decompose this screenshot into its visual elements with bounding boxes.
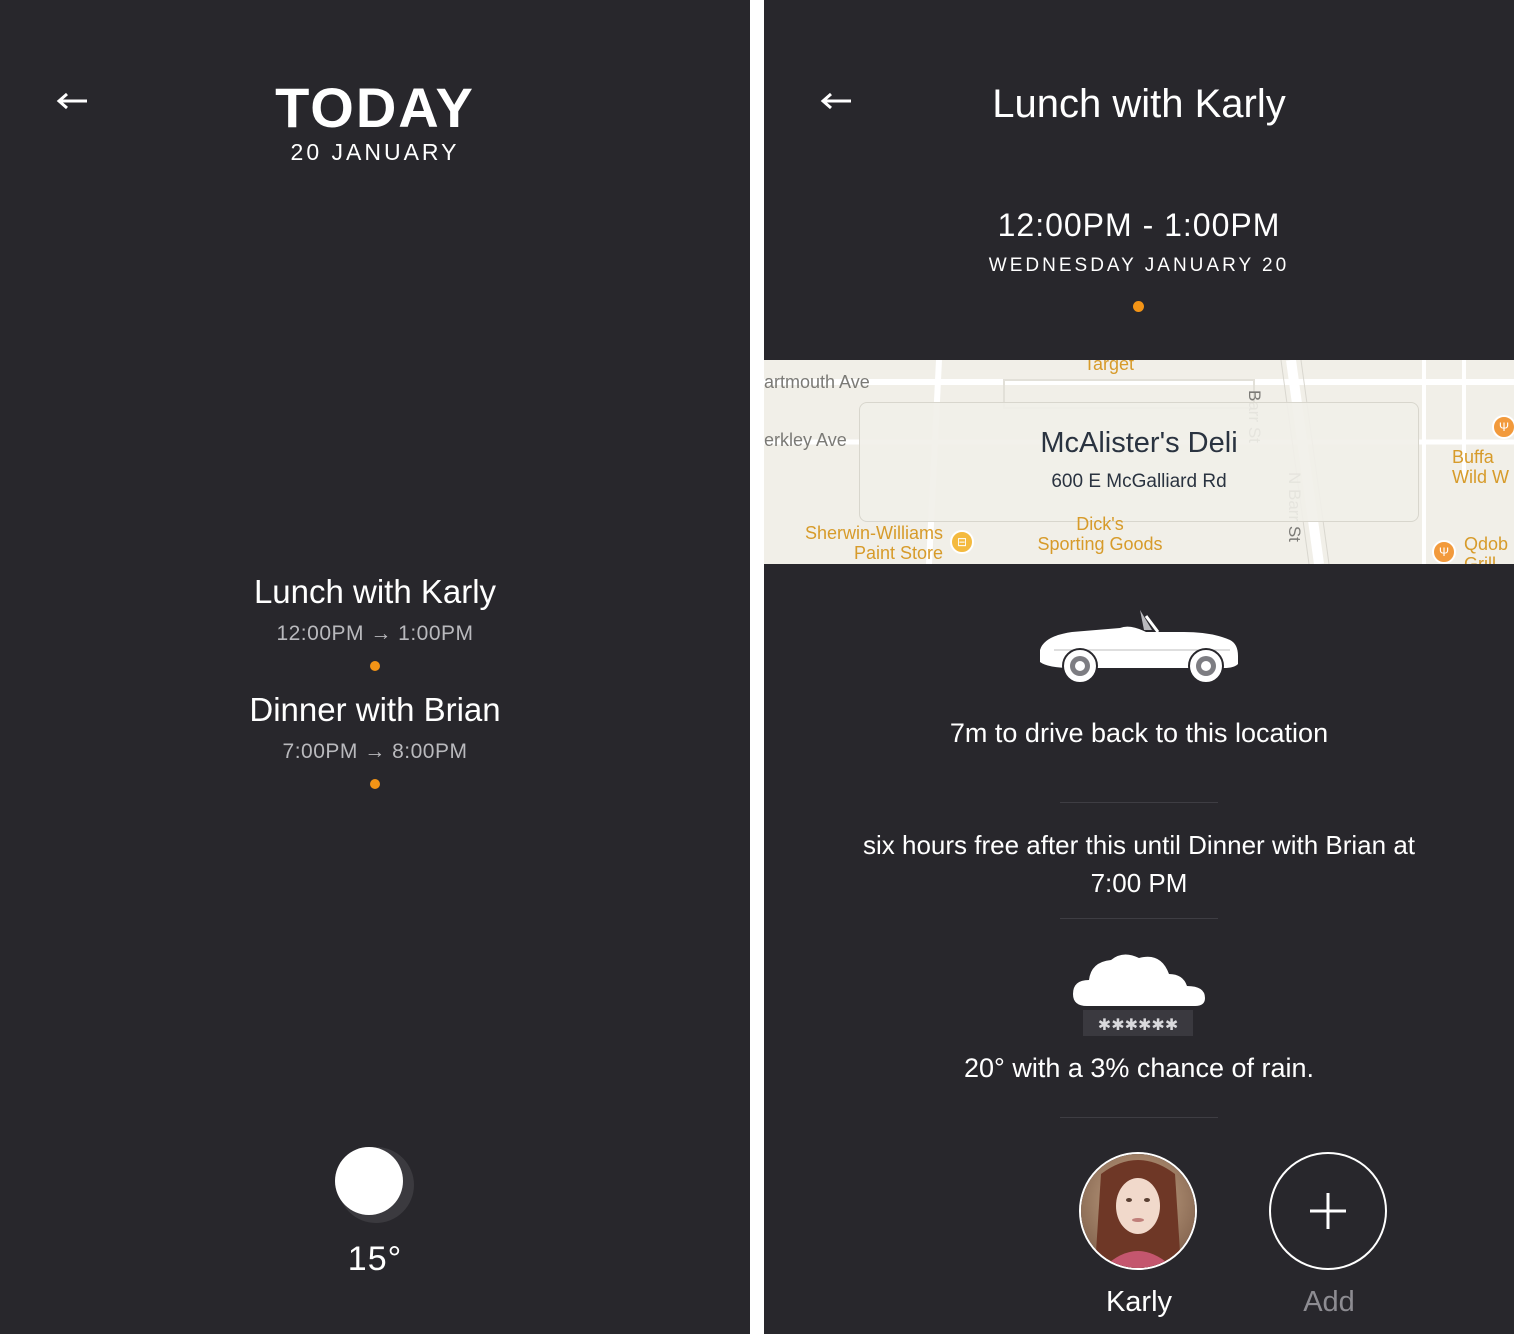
- restaurant-icon: Ψ: [1492, 415, 1514, 439]
- venue-name: McAlister's Deli: [1040, 427, 1238, 459]
- attendee-name: Karly: [1105, 1286, 1173, 1318]
- map-poi-label: Qdob Grill: [1464, 534, 1509, 564]
- restaurant-icon: Ψ: [1432, 540, 1456, 564]
- event-title: Lunch with Karly: [253, 573, 497, 610]
- event-title: Dinner with Brian: [249, 691, 501, 728]
- temperature: 15°: [347, 1240, 403, 1278]
- location-map[interactable]: artmouth Ave erkley Ave Target Barr St N…: [764, 360, 1514, 564]
- add-circle[interactable]: [1269, 1152, 1387, 1270]
- attendee-karly[interactable]: Karly: [1079, 1152, 1199, 1319]
- map-label: Target: [1084, 360, 1135, 374]
- avatar: [1079, 1152, 1197, 1270]
- weather-text: 20° with a 3% chance of rain.: [964, 1053, 1314, 1083]
- divider: [1060, 802, 1218, 803]
- map-label: erkley Ave: [764, 430, 847, 450]
- add-attendee-button[interactable]: Add: [1269, 1152, 1389, 1319]
- divider: [1060, 918, 1218, 919]
- today-screen: TODAY 20 JANUARY Lunch with Karly 12:00P…: [0, 0, 750, 1334]
- event-dot-icon: [370, 779, 380, 789]
- plus-icon: [1310, 1193, 1346, 1229]
- event-time: 12:00PM → 1:00PM: [276, 622, 474, 645]
- event-dot-icon: [370, 661, 380, 671]
- event-title: Lunch with Karly: [992, 82, 1286, 126]
- venue-address: 600 E McGalliard Rd: [1051, 471, 1227, 492]
- venue-card[interactable]: McAlister's Deli 600 E McGalliard Rd: [859, 402, 1419, 522]
- event-time: 7:00PM → 8:00PM: [282, 740, 468, 763]
- svg-text:✱✱✱✱✱✱: ✱✱✱✱✱✱: [1098, 1015, 1178, 1034]
- shop-icon: ⊟: [950, 530, 974, 554]
- moon-icon: [335, 1147, 414, 1223]
- page-date: 20 JANUARY: [290, 139, 460, 165]
- event-detail-screen: Lunch with Karly 12:00PM - 1:00PM WEDNES…: [764, 0, 1514, 1334]
- free-time-text: six hours free after this until Dinner w…: [862, 830, 1416, 898]
- event-item[interactable]: Dinner with Brian 7:00PM → 8:00PM: [0, 690, 750, 789]
- drive-time-text: 7m to drive back to this location: [949, 718, 1329, 748]
- map-label: artmouth Ave: [764, 372, 870, 392]
- page-title: TODAY: [275, 76, 475, 139]
- event-dot-icon: [1133, 301, 1144, 312]
- snow-cloud-icon: ✱✱✱✱✱✱: [1073, 954, 1205, 1036]
- event-item[interactable]: Lunch with Karly 12:00PM → 1:00PM: [0, 572, 750, 671]
- car-icon: [1040, 610, 1238, 684]
- map-poi-label: Sherwin-Williams Paint Store: [804, 523, 943, 563]
- event-time: 12:00PM - 1:00PM: [997, 207, 1281, 243]
- divider: [1060, 1117, 1218, 1118]
- event-date: WEDNESDAY JANUARY 20: [988, 255, 1290, 276]
- map-poi-label: Buffa Wild W: [1452, 447, 1509, 487]
- add-label: Add: [1303, 1286, 1355, 1318]
- map-poi-label: Dick's Sporting Goods: [1037, 514, 1163, 554]
